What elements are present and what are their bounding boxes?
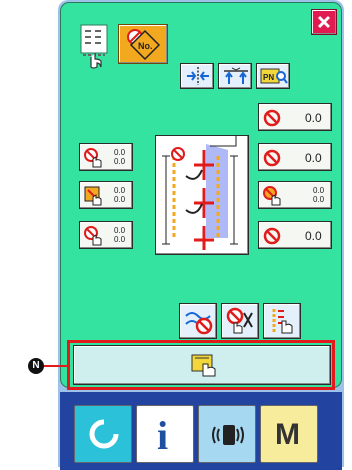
cross-prohibit-button[interactable] [221,303,259,339]
mirror-button[interactable] [218,63,252,89]
highlight-box [67,340,335,390]
stack-l1-a: 0.0 [114,148,126,157]
prohibit-icon [263,149,281,167]
stitch-diagram-panel [155,135,249,255]
mode-button[interactable]: M [260,405,318,463]
communication-icon [212,425,244,445]
close-icon [317,15,331,29]
mode-label: M [275,418,300,451]
pn-search-button[interactable]: PN [256,63,290,89]
info-icon: i [157,413,169,458]
hand-press-icon-2 [84,226,102,246]
pn-label: PN [263,73,274,82]
pattern-list-icon [80,24,108,69]
value-r2: 0.0 [305,151,322,165]
value-button-r4[interactable]: 0.0 [258,221,332,249]
stack-mid3-b: 0.0 [313,195,325,204]
no-label: No. [138,41,153,51]
value-r4: 0.0 [305,229,322,243]
callout-marker: N [28,358,44,374]
hand-press-icon [84,148,102,168]
prohibit-icon [263,227,281,245]
reverse-arrows-icon [187,67,209,85]
prohibit-icon [263,109,281,127]
close-button[interactable] [311,9,337,35]
stack-l3-b: 0.0 [114,235,126,244]
thread-tension-icon [84,186,102,206]
wave-prohibit-button[interactable] [179,303,217,339]
pn-search-icon: PN [260,68,288,84]
stitch-diagram [162,136,238,250]
info-button[interactable]: i [136,405,194,463]
edit-panel: No. PN 0.0 0.0 0.0 0.0 0.0 0.0 0.0 0.0 0… [60,2,342,388]
pattern-list-button[interactable] [75,21,111,71]
callout-leader [44,365,68,367]
stack-l2-b: 0.0 [114,195,126,204]
stack-l2-a: 0.0 [114,186,126,195]
left-button-l1[interactable]: 0.0 0.0 [79,143,133,171]
value-r1: 0.0 [305,111,322,125]
left-button-l2[interactable]: 0.0 0.0 [79,181,133,209]
stitch-hand-button[interactable] [263,303,301,339]
reverse-button[interactable] [180,63,214,89]
value-button-r1[interactable]: 0.0 [258,103,332,131]
stack-mid3-a: 0.0 [313,186,325,195]
cross-prohibit-icon [226,307,253,334]
stack-l1-b: 0.0 [114,157,126,166]
reset-button[interactable] [74,405,132,463]
wave-prohibit-icon [185,312,213,335]
mid-button-m3[interactable]: 0.0 0.0 [258,181,332,209]
stack-l3-a: 0.0 [114,226,126,235]
pattern-number-button[interactable]: No. [118,24,168,64]
speed-hand-icon [263,186,281,206]
value-button-r2[interactable]: 0.0 [258,143,332,171]
communication-button[interactable] [198,405,256,463]
reset-arc-icon [89,419,119,449]
mirror-arrows-icon [224,67,248,84]
stitch-hand-icon [272,309,293,334]
no-diamond-icon: No. [127,29,161,61]
left-button-l3[interactable]: 0.0 0.0 [79,221,133,249]
